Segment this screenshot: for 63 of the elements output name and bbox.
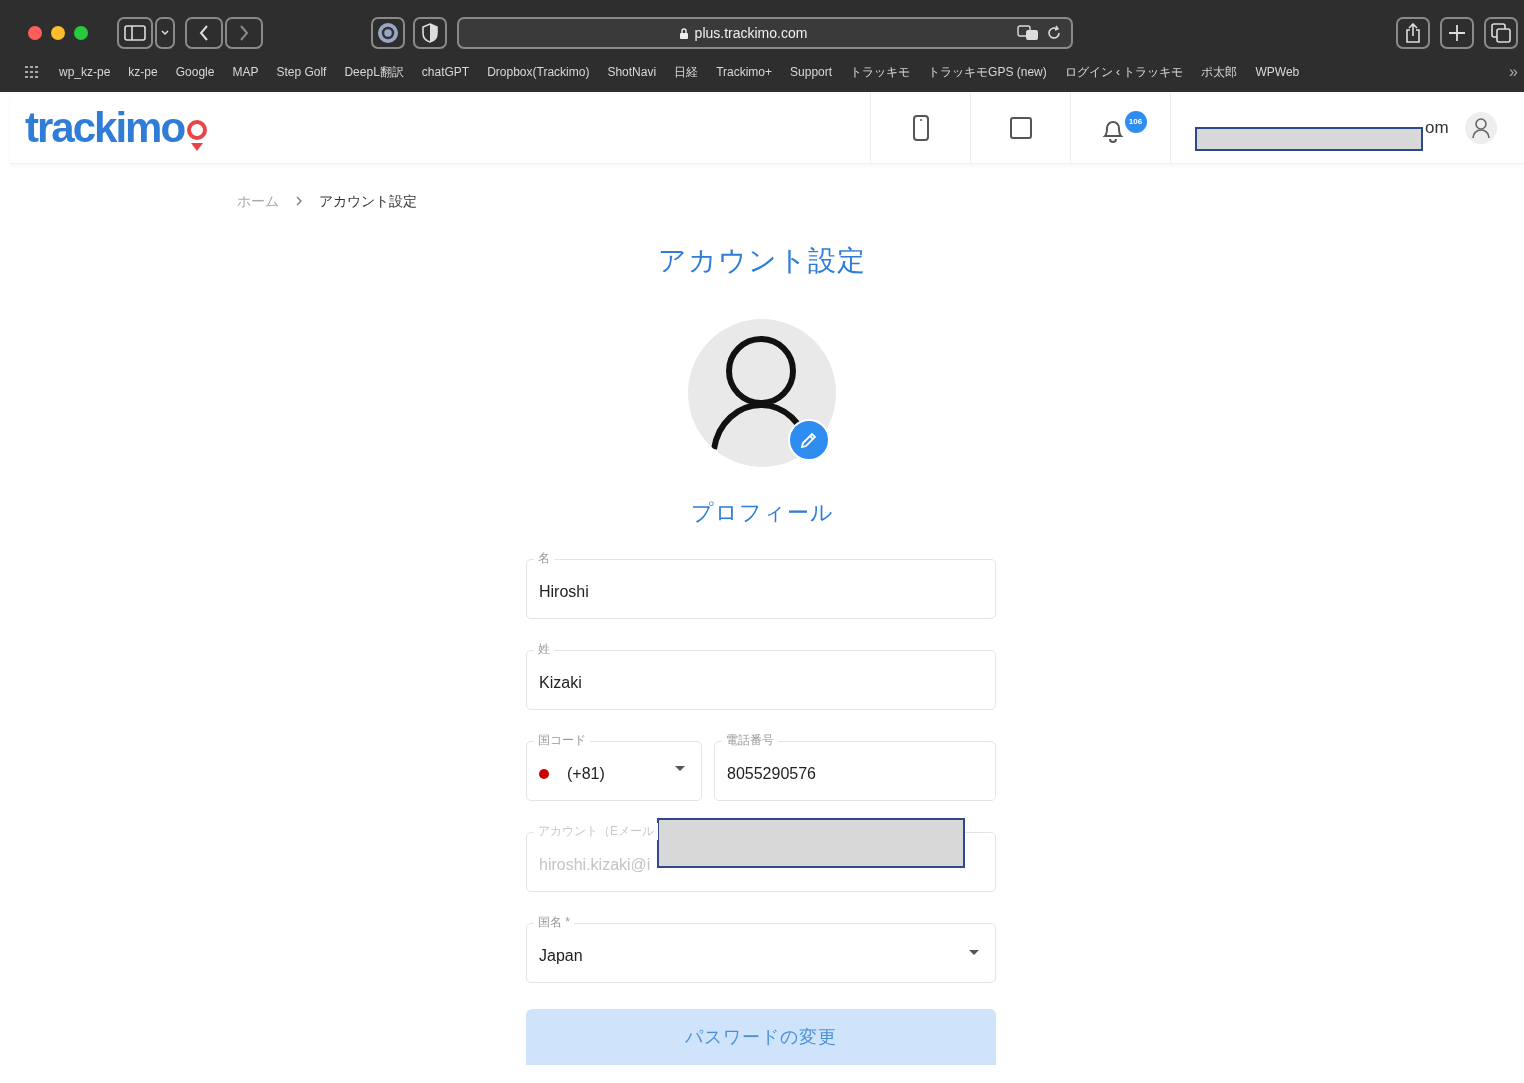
bookmark-link[interactable]: Support [790,63,833,81]
bookmark-link[interactable]: トラッキモ [850,63,911,81]
plus-icon [1448,24,1466,42]
tab-menu-button[interactable] [155,17,175,49]
lock-icon [678,26,689,40]
shield-icon [421,23,439,43]
user-email[interactable]: om [1425,114,1449,141]
translate-icon[interactable] [1017,25,1039,41]
bookmark-link[interactable]: Dropbox(Trackimo) [487,63,590,81]
privacy-shield-button[interactable] [413,17,447,49]
new-tab-button[interactable] [1440,17,1474,49]
sidebar-icon [124,25,146,41]
breadcrumb-current: アカウント設定 [319,191,417,211]
window-control-icon[interactable] [74,26,88,40]
apps-grid-icon[interactable] [25,66,41,78]
bookmark-link[interactable]: kz-pe [128,63,158,81]
notification-count: 106 [1124,110,1147,133]
bookmark-link[interactable]: ログイン ‹ トラッキモ [1064,63,1184,81]
field-label: 名 [534,550,554,567]
chevron-down-icon [160,29,170,37]
pencil-icon [799,430,819,450]
dropdown-arrow-icon [675,766,685,772]
bookmark-link[interactable]: 日経 [674,63,699,81]
bookmark-link[interactable]: wp_kz-pe [59,63,111,81]
chevron-right-icon [238,24,250,42]
url-text: plus.trackimo.com [694,23,808,43]
bookmark-link[interactable]: WPWeb [1255,63,1300,81]
share-icon [1405,23,1421,43]
bookmark-link[interactable]: chatGPT [421,63,470,81]
reload-icon[interactable] [1047,25,1061,41]
trackimo-logo[interactable]: trackimo [10,92,209,163]
bookmark-link[interactable]: トラッキモGPS (new) [928,63,1047,81]
bookmarks-overflow-button[interactable]: » [1509,60,1518,84]
bookmark-link[interactable]: ShotNavi [607,63,657,81]
bookmark-link[interactable]: Google [175,63,215,81]
bookmark-link[interactable]: Trackimo+ [716,63,773,81]
chevron-right-icon [295,195,303,207]
bookmark-link[interactable]: DeepL翻訳 [344,63,404,81]
field-label: 国コード [534,732,590,749]
phone-icon[interactable] [911,114,930,141]
bookmark-link[interactable]: Step Golf [276,63,327,81]
address-bar[interactable]: plus.trackimo.com [457,17,1073,49]
field-label: 姓 [534,641,554,658]
tab-overview-button[interactable] [1484,17,1518,49]
window-control-icon[interactable] [51,26,65,40]
page-title: アカウント設定 [658,244,866,278]
dropdown-arrow-icon [969,950,979,956]
bookmark-link[interactable]: MAP [232,63,259,81]
user-avatar-icon[interactable] [1464,111,1497,144]
extension-button[interactable] [371,17,405,49]
bookmark-link[interactable]: ポ太郎 [1201,63,1238,81]
share-button[interactable] [1396,17,1430,49]
square-icon[interactable] [1008,115,1033,140]
field-label: 電話番号 [722,732,778,749]
section-heading: プロフィール [690,499,834,527]
extension-icon [377,22,399,44]
sidebar-toggle-button[interactable] [117,17,153,49]
back-button[interactable] [185,17,223,49]
field-label: 国名 * [534,914,574,931]
window-control-icon[interactable] [28,26,42,40]
tabs-icon [1491,23,1511,43]
forward-button[interactable] [225,17,263,49]
chevron-left-icon [198,24,210,42]
